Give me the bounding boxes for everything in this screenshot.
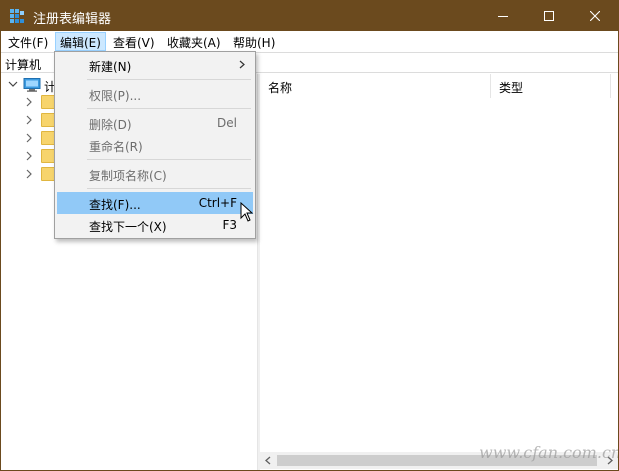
computer-icon bbox=[23, 78, 41, 92]
menu-item-find-label: 查找(F)... bbox=[89, 198, 141, 212]
menu-item-find-next-label: 查找下一个(X) bbox=[89, 220, 167, 234]
menu-item-delete[interactable]: 删除(D) Del bbox=[57, 112, 253, 134]
menu-bar: 文件(F) 编辑(E) 查看(V) 收藏夹(A) 帮助(H) bbox=[1, 31, 618, 51]
menu-item-new[interactable]: 新建(N) bbox=[57, 54, 253, 76]
watermark: www.cfan.com.cn bbox=[479, 443, 619, 462]
menu-item-delete-label: 删除(D) bbox=[89, 118, 132, 132]
chevron-right-icon[interactable] bbox=[23, 114, 35, 126]
menu-item-find-shortcut: Ctrl+F bbox=[198, 196, 237, 210]
menu-item-rename[interactable]: 重命名(R) bbox=[57, 134, 253, 156]
maximize-icon bbox=[544, 11, 554, 21]
menu-item-copy-key-name[interactable]: 复制项名称(C) bbox=[57, 163, 253, 185]
menu-edit[interactable]: 编辑(E) bbox=[55, 32, 106, 51]
close-icon bbox=[590, 11, 600, 21]
menu-item-copy-key-name-label: 复制项名称(C) bbox=[89, 169, 167, 183]
title-bar: 注册表编辑器 bbox=[1, 1, 618, 31]
menu-item-find-next[interactable]: 查找下一个(X) F3 bbox=[57, 214, 253, 236]
column-header-name[interactable]: 名称 bbox=[260, 74, 491, 98]
menu-help[interactable]: 帮助(H) bbox=[228, 32, 280, 51]
minimize-button[interactable] bbox=[480, 1, 526, 31]
menu-view[interactable]: 查看(V) bbox=[108, 32, 160, 51]
menu-file[interactable]: 文件(F) bbox=[3, 32, 53, 51]
chevron-right-icon[interactable] bbox=[23, 168, 35, 180]
values-list-pane[interactable]: 名称 类型 bbox=[260, 74, 618, 470]
registry-app-icon bbox=[10, 9, 24, 23]
column-type-label: 类型 bbox=[499, 81, 524, 95]
chevron-right-icon[interactable] bbox=[23, 132, 35, 144]
minimize-icon bbox=[498, 16, 508, 17]
column-header-type[interactable]: 类型 bbox=[491, 74, 611, 98]
chevron-down-icon[interactable] bbox=[7, 78, 19, 90]
menu-item-delete-shortcut: Del bbox=[217, 116, 237, 130]
menu-item-permissions-label: 权限(P)... bbox=[89, 89, 142, 103]
edit-menu-dropdown: 新建(N) 权限(P)... 删除(D) Del 重命名(R) 复制项名称(C)… bbox=[54, 51, 256, 239]
maximize-button[interactable] bbox=[526, 1, 572, 31]
menu-item-find[interactable]: 查找(F)... Ctrl+F bbox=[57, 192, 253, 214]
mouse-cursor-icon bbox=[240, 202, 254, 222]
menu-favorites[interactable]: 收藏夹(A) bbox=[162, 32, 226, 51]
menu-separator bbox=[87, 79, 251, 80]
menu-separator bbox=[87, 108, 251, 109]
address-path: 计算机 bbox=[5, 58, 42, 72]
menu-separator bbox=[87, 188, 251, 189]
submenu-arrow-icon bbox=[239, 60, 245, 69]
menu-item-permissions[interactable]: 权限(P)... bbox=[57, 83, 253, 105]
menu-item-find-next-shortcut: F3 bbox=[222, 218, 237, 232]
close-button[interactable] bbox=[572, 1, 618, 31]
menu-item-rename-label: 重命名(R) bbox=[89, 140, 143, 154]
chevron-right-icon[interactable] bbox=[23, 150, 35, 162]
chevron-left-icon[interactable] bbox=[264, 456, 272, 465]
window-title: 注册表编辑器 bbox=[33, 12, 112, 27]
menu-separator bbox=[87, 159, 251, 160]
chevron-right-icon[interactable] bbox=[23, 96, 35, 108]
menu-item-new-label: 新建(N) bbox=[89, 60, 132, 74]
registry-editor-window: 注册表编辑器 文件(F) 编辑(E) 查看(V) 收藏夹(A) 帮助(H) 计算… bbox=[0, 0, 619, 471]
column-name-label: 名称 bbox=[268, 81, 293, 95]
